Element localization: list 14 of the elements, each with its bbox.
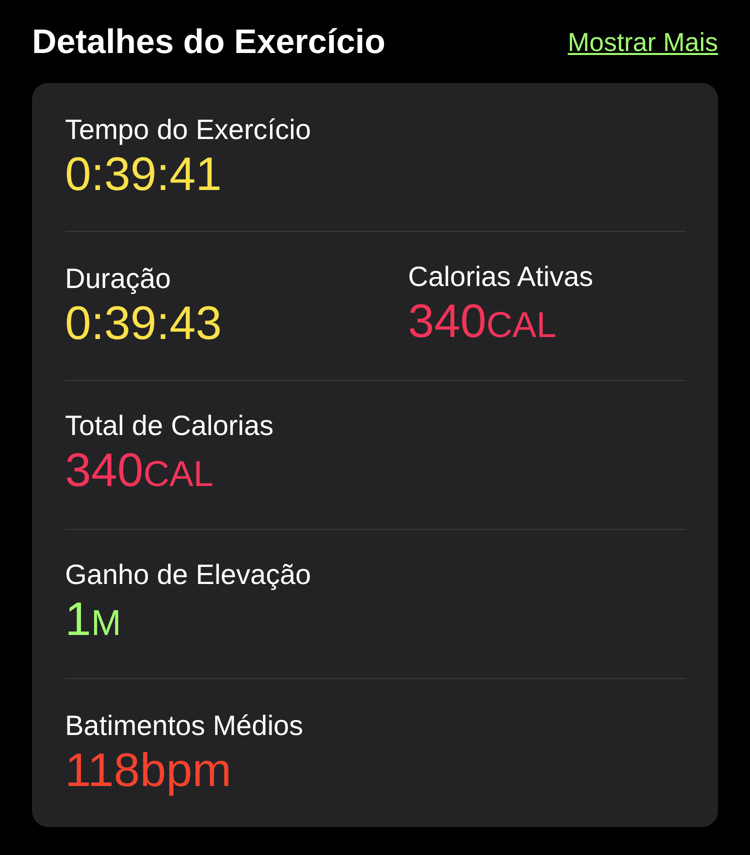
show-more-link[interactable]: Mostrar Mais [568, 26, 718, 58]
metric-value: 340CAL [408, 294, 558, 349]
metric-label: Calorias Ativas [408, 260, 594, 294]
metric-value: 1M [65, 592, 122, 647]
metric-value: 118bpm [65, 743, 232, 797]
metric-value: 0:39:41 [65, 147, 223, 201]
metric-label: Ganho de Elevação [65, 558, 312, 592]
metric-label: Batimentos Médios [65, 709, 304, 743]
metric-label: Tempo do Exercício [65, 113, 312, 147]
section-title: Detalhes do Exercício [32, 22, 386, 62]
metric-value: 0:39:43 [65, 296, 223, 350]
metric-label: Duração [65, 262, 172, 296]
metric-label: Total de Calorias [65, 409, 275, 443]
metric-value: 340CAL [65, 443, 214, 498]
